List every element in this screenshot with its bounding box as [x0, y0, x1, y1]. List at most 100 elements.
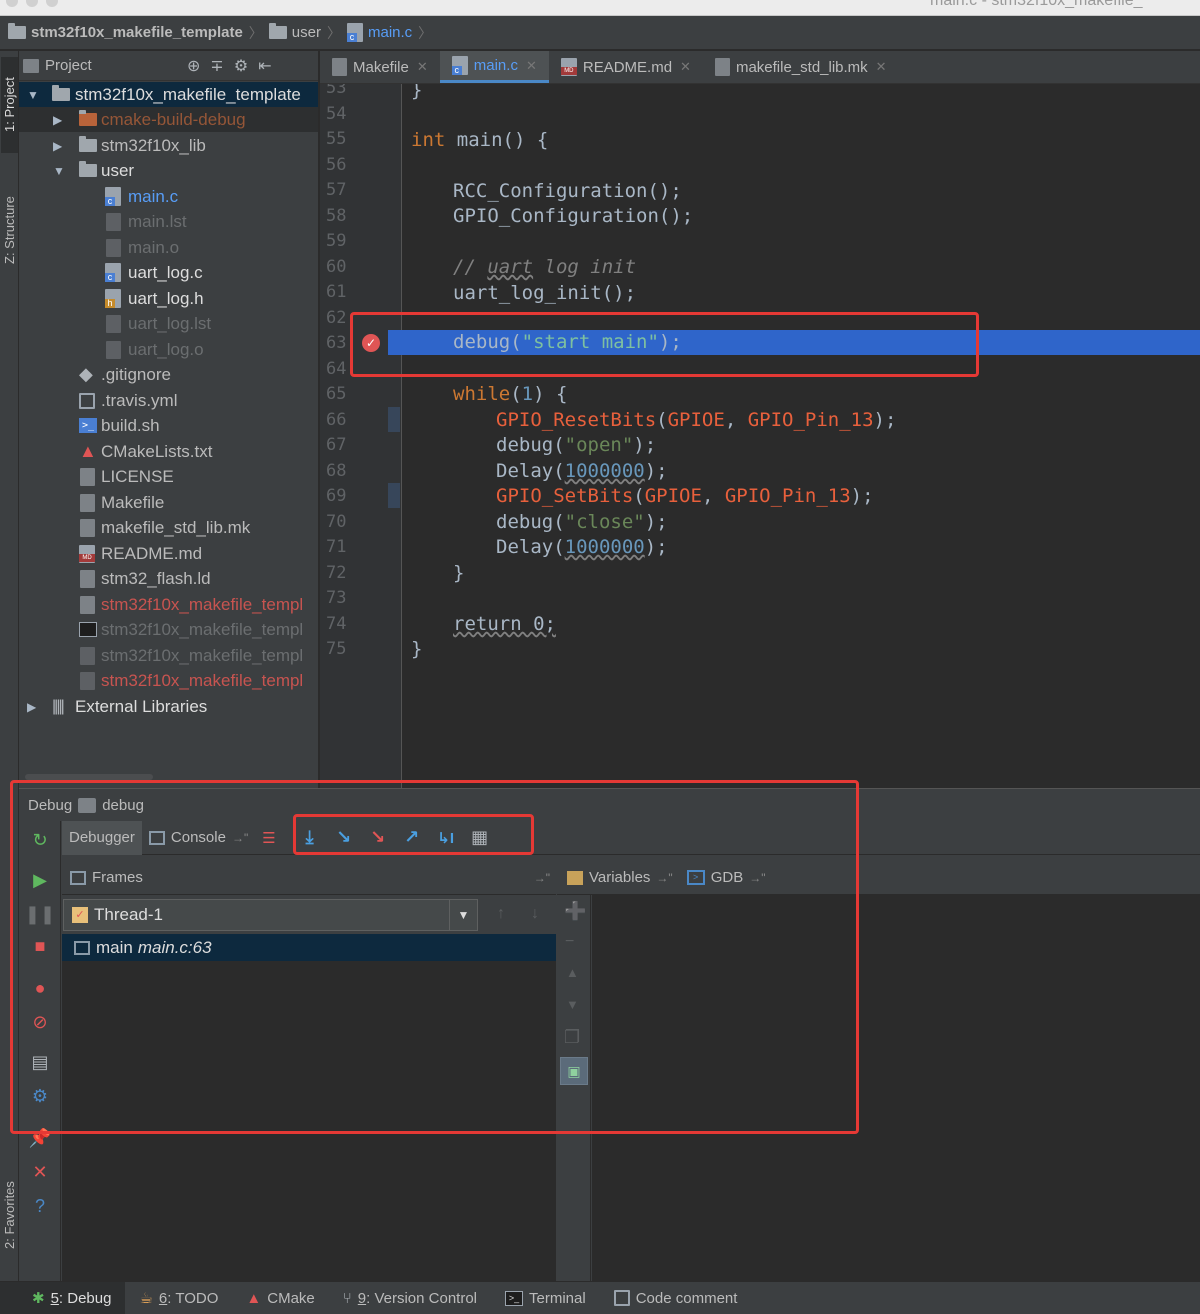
hide-panel-icon[interactable]: ⇤: [258, 58, 271, 75]
tree-item-external-libraries[interactable]: ▶ ||||| External Libraries: [19, 694, 318, 719]
chevron-right-icon: 〉: [326, 24, 341, 41]
zoom-window-button[interactable]: [46, 0, 58, 7]
tree-item-user[interactable]: ▼ user: [19, 158, 318, 183]
code-line-57: RCC_Configuration();: [453, 179, 682, 204]
code-keyword: int: [411, 129, 446, 151]
code-string: "close": [564, 511, 645, 533]
close-icon[interactable]: ✕: [29, 1161, 51, 1183]
window-controls[interactable]: [6, 0, 66, 12]
tool-tab-version-control[interactable]: ⑂ 9: Version Control: [329, 1282, 491, 1314]
tree-item-stm32f10x-lib[interactable]: ▶ stm32f10x_lib: [19, 133, 318, 158]
shell-script-icon: >_: [79, 418, 97, 433]
line-number: 75: [326, 639, 347, 659]
tab-main-c[interactable]: main.c ✕: [439, 51, 549, 83]
tree-item-template-4[interactable]: stm32f10x_makefile_templ: [19, 668, 318, 693]
tool-tab-label: : Version Control: [366, 1289, 478, 1307]
locate-file-icon[interactable]: ⊕: [187, 58, 200, 75]
tree-item-gitignore[interactable]: ◆ .gitignore: [19, 362, 318, 387]
tree-item-main-o[interactable]: main.o: [19, 235, 318, 260]
editor-gutter[interactable]: 53 54 55 56 57 58 59 60 61 62 63 64 65 6…: [320, 84, 402, 788]
minimize-window-button[interactable]: [26, 0, 38, 7]
file-icon: [80, 518, 95, 537]
tab-favorites[interactable]: 2: Favorites: [1, 1155, 18, 1275]
code-number: 1000000: [564, 460, 645, 482]
code-line-65: while(1) {: [453, 382, 567, 407]
tool-tab-label: Terminal: [529, 1289, 586, 1307]
help-icon[interactable]: ?: [29, 1195, 51, 1217]
tool-tab-number: 6: [158, 1289, 168, 1307]
tree-root[interactable]: ▼ stm32f10x_makefile_template: [19, 82, 318, 107]
tree-item-uart-log-o[interactable]: uart_log.o: [19, 337, 318, 362]
tree-item-readme[interactable]: README.md: [19, 541, 318, 566]
tool-tab-cmake[interactable]: ▲ CMake: [232, 1282, 328, 1314]
project-panel: Project ⊕ ∓ ⚙ ⇤ ▼ stm32f10x_makefile_templa…: [19, 51, 319, 788]
binary-file-icon: [79, 622, 97, 637]
code-text: RCC_Configuration();: [453, 180, 682, 202]
tab-project[interactable]: 1: Project: [1, 57, 18, 153]
code-text: (: [510, 383, 522, 405]
tool-tab-debug[interactable]: ✱ 5: Debug: [0, 1281, 126, 1314]
code-text: GPIO_Configuration();: [453, 205, 694, 227]
code-line-69: GPIO_SetBits(GPIOE, GPIO_Pin_13);: [496, 484, 874, 509]
tool-tab-code-comment[interactable]: Code comment: [600, 1282, 752, 1314]
tree-item-makefile-std-lib[interactable]: makefile_std_lib.mk: [19, 515, 318, 540]
tab-label: makefile_std_lib.mk: [735, 58, 868, 76]
code-text: );: [644, 511, 668, 533]
tab-readme[interactable]: README.md ✕: [549, 51, 703, 83]
library-icon: |||||: [52, 697, 65, 715]
tree-item-license[interactable]: LICENSE: [19, 464, 318, 489]
tree-item-label: stm32f10x_makefile_templ: [101, 594, 304, 614]
tab-makefile-std-lib[interactable]: makefile_std_lib.mk ✕: [703, 51, 899, 83]
close-icon[interactable]: ✕: [876, 59, 887, 75]
close-window-button[interactable]: [6, 0, 18, 7]
code-text: uart_log_init();: [453, 282, 637, 304]
close-icon[interactable]: ✕: [680, 59, 691, 75]
tree-item-main-lst[interactable]: main.lst: [19, 209, 318, 234]
breadcrumb-file[interactable]: main.c: [346, 23, 413, 42]
breadcrumb-file-label: main.c: [367, 24, 413, 41]
code-editor[interactable]: } int main() { RCC_Configuration(); GPIO…: [402, 84, 1200, 788]
line-number: 59: [326, 231, 347, 251]
tree-item-template-2[interactable]: stm32f10x_makefile_templ: [19, 617, 318, 642]
tree-item-uart-log-h[interactable]: uart_log.h: [19, 286, 318, 311]
settings-gear-icon[interactable]: ⚙: [234, 58, 248, 75]
breadcrumb-project[interactable]: stm32f10x_makefile_template: [8, 23, 243, 41]
tab-makefile[interactable]: Makefile ✕: [320, 51, 440, 83]
project-view-icon: [23, 58, 39, 73]
code-number: 1: [521, 383, 534, 405]
tree-item-travis-yml[interactable]: .travis.yml: [19, 388, 318, 413]
tool-tab-todo[interactable]: ☕ 6: TODO: [125, 1282, 232, 1314]
tree-item-uart-log-c[interactable]: uart_log.c: [19, 260, 318, 285]
code-text: Delay(: [496, 536, 565, 558]
code-line-55: int main() {: [411, 128, 548, 153]
tree-item-template-1[interactable]: stm32f10x_makefile_templ: [19, 592, 318, 617]
tree-item-build-sh[interactable]: >_ build.sh: [19, 413, 318, 438]
tree-item-cmake-build-debug[interactable]: ▶ cmake-build-debug: [19, 107, 318, 132]
close-icon[interactable]: ✕: [526, 58, 537, 74]
tree-item-label: stm32_flash.ld: [101, 568, 211, 588]
tree-item-cmakelists[interactable]: ▲ CMakeLists.txt: [19, 439, 318, 464]
navigation-bar: stm32f10x_makefile_template 〉 user 〉 mai…: [0, 16, 1200, 50]
code-text: );: [873, 409, 897, 431]
tree-item-stm32-flash-ld[interactable]: stm32_flash.ld: [19, 566, 318, 591]
tool-tab-terminal[interactable]: >_ Terminal: [491, 1282, 600, 1314]
tree-item-label: cmake-build-debug: [101, 109, 246, 129]
line-number: 60: [326, 257, 347, 277]
code-text: (: [656, 409, 668, 431]
tree-item-makefile[interactable]: Makefile: [19, 490, 318, 515]
tree-item-template-3[interactable]: stm32f10x_makefile_templ: [19, 643, 318, 668]
tree-item-main-c[interactable]: main.c: [19, 184, 318, 209]
collapse-all-icon[interactable]: ∓: [210, 58, 223, 75]
code-line-68: Delay(1000000);: [496, 459, 668, 484]
file-icon: [80, 569, 95, 588]
tab-structure[interactable]: Z: Structure: [1, 175, 18, 285]
project-panel-title: Project: [45, 57, 92, 74]
tree-item-uart-log-lst[interactable]: uart_log.lst: [19, 311, 318, 336]
change-marker: [388, 483, 400, 508]
code-text: );: [644, 536, 668, 558]
code-text: debug(: [496, 434, 565, 456]
code-string: "open": [564, 434, 634, 456]
close-icon[interactable]: ✕: [417, 59, 428, 75]
breadcrumb-folder[interactable]: user: [268, 23, 321, 41]
comment-icon: [613, 1290, 630, 1306]
